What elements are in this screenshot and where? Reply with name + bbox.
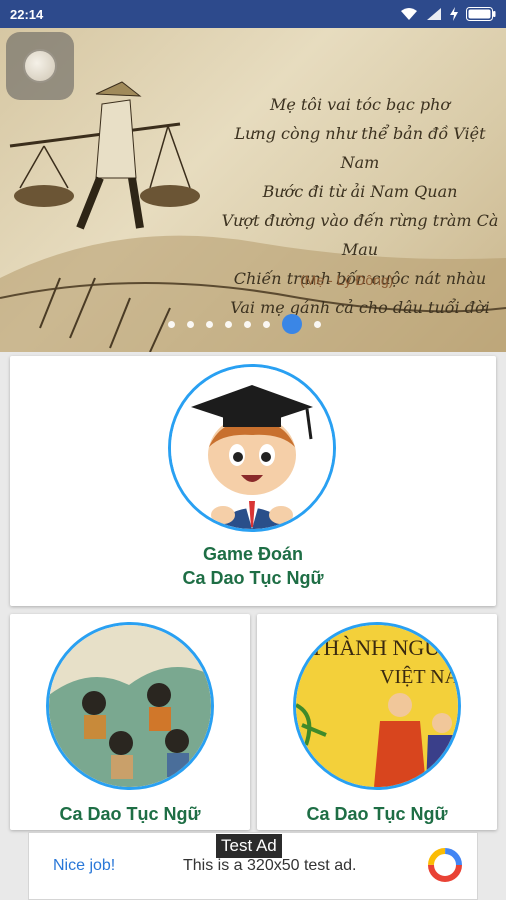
signal-icon (427, 8, 441, 20)
slide-dot[interactable] (225, 320, 232, 328)
battery-icon (466, 7, 496, 21)
banner-slideshow[interactable]: Mẹ tôi vai tóc bạc phơ Lưng còng như thể… (0, 28, 506, 352)
wifi-icon (401, 8, 417, 20)
game-card-title-line2: Ca Dao Tục Ngữ (182, 568, 324, 588)
charging-icon (450, 7, 458, 21)
slide-dot[interactable] (206, 320, 213, 328)
ca-dao-card-left-title: Ca Dao Tục Ngữ (59, 804, 201, 824)
ca-dao-card-left[interactable]: Ca Dao Tục Ngữ (10, 614, 250, 830)
slide-dot[interactable] (168, 320, 175, 328)
status-icons (400, 7, 496, 21)
thanh-ngu-book-illustration: THÀNH NGỮ VIỆT NA (296, 625, 458, 787)
game-card-title: Game Đoán Ca Dao Tục Ngữ (10, 542, 496, 590)
children-playing-avatar (46, 622, 214, 790)
ad-text: This is a 320x50 test ad. (183, 857, 357, 874)
home-circle-icon (23, 49, 57, 83)
slide-dot[interactable] (263, 320, 270, 328)
ca-dao-card-right-title: Ca Dao Tục Ngữ (306, 804, 448, 824)
status-bar: 22:14 (0, 0, 506, 28)
slide-dot[interactable] (187, 320, 194, 328)
slide-dot-active[interactable] (282, 314, 302, 334)
home-button[interactable] (6, 32, 74, 100)
slide-dot[interactable] (244, 320, 251, 328)
children-playing-illustration (49, 625, 211, 787)
game-card[interactable]: Game Đoán Ca Dao Tục Ngữ (10, 356, 496, 606)
poem-line: Lưng còng như thể bản đồ Việt Nam (234, 124, 486, 172)
thanh-ngu-book-avatar: THÀNH NGỮ VIỆT NA (293, 622, 461, 790)
ad-logo-icon[interactable] (427, 847, 463, 883)
slide-indicator[interactable] (168, 314, 321, 334)
ca-dao-card-right[interactable]: THÀNH NGỮ VIỆT NA Ca Dao Tục Ngữ (257, 614, 497, 830)
book-cover-text: THÀNH NGỮ (310, 635, 442, 660)
poem-line: Bước đi từ ải Nam Quan (262, 182, 458, 201)
book-cover-text: VIỆT NA (380, 665, 458, 688)
poem-line: Vượt đường vào đến rừng tràm Cà Mau (221, 211, 499, 259)
slide-dot[interactable] (314, 320, 321, 328)
poem-line: Mẹ tôi vai tóc bạc phơ (269, 95, 451, 114)
status-time: 22:14 (10, 6, 44, 22)
student-avatar (168, 364, 336, 532)
test-ad-label: Test Ad (216, 834, 282, 858)
graduate-boy-illustration (171, 367, 333, 529)
poem-author: (Mẹ - Lý Đông) (300, 272, 394, 288)
ad-nice-job: Nice job! (53, 857, 116, 874)
game-card-title-line1: Game Đoán (202, 544, 304, 564)
